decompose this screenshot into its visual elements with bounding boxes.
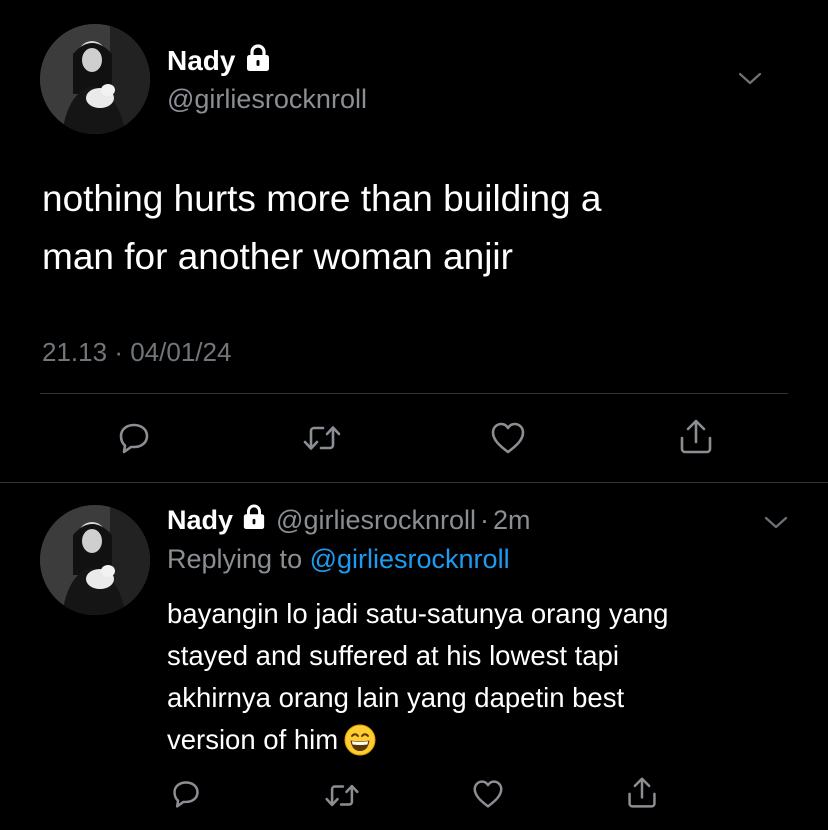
share-button[interactable] — [624, 774, 660, 812]
tweet-text-line: stayed and suffered at his lowest tapi — [167, 640, 619, 671]
author-handle[interactable]: @girliesrocknroll — [167, 84, 367, 115]
reply-button[interactable] — [168, 776, 204, 812]
heart-icon — [491, 422, 525, 454]
main-tweet: Nady @girliesrocknroll nothing hurts mor… — [0, 0, 828, 482]
author-row: Nady — [167, 44, 271, 77]
retweet-icon — [303, 426, 341, 450]
author-handle[interactable]: @girliesrocknroll — [276, 505, 476, 536]
retweet-icon — [325, 784, 359, 806]
chevron-down-icon[interactable] — [764, 516, 788, 530]
tweet-text-line: nothing hurts more than building a — [42, 178, 602, 219]
tweet-thread: Nady @girliesrocknroll nothing hurts mor… — [0, 0, 828, 830]
like-button[interactable] — [470, 776, 506, 812]
replying-handle-link[interactable]: @girliesrocknroll — [310, 544, 510, 574]
tweet-time: 21.13 — [42, 337, 108, 367]
avatar-photo — [40, 24, 150, 134]
divider — [40, 393, 788, 394]
divider — [0, 482, 828, 483]
heart-icon — [473, 780, 503, 808]
avatar[interactable] — [40, 24, 150, 134]
tweet-text-line: version of him — [167, 724, 339, 755]
tweet-text: nothing hurts more than building a man f… — [42, 170, 802, 286]
tweet-text-line: man for another woman anjir — [42, 236, 513, 277]
reply-icon — [173, 781, 199, 808]
reply-button[interactable] — [114, 418, 154, 458]
retweet-button[interactable] — [322, 778, 362, 812]
reply-icon — [119, 423, 149, 454]
tweet-time[interactable]: 2m — [493, 505, 531, 536]
tweet-text: bayangin lo jadi satu-satunya orang yang… — [167, 593, 807, 768]
retweet-button[interactable] — [300, 418, 344, 458]
like-button[interactable] — [488, 418, 528, 458]
avatar[interactable] — [40, 505, 150, 615]
tweet-date: 04/01/24 — [130, 337, 232, 367]
author-name[interactable]: Nady — [167, 505, 233, 536]
author-name[interactable]: Nady — [167, 45, 235, 77]
meta-separator: · — [114, 337, 123, 367]
lock-icon — [245, 44, 271, 77]
tweet-text-line: akhirnya orang lain yang dapetin best — [167, 682, 625, 713]
tweet-text-line: bayangin lo jadi satu-satunya orang yang — [167, 598, 669, 629]
reply-header: Nady @girliesrocknroll · 2m — [167, 504, 531, 537]
share-icon — [628, 777, 656, 808]
tweet-timestamp[interactable]: 21.13 · 04/01/24 — [42, 337, 231, 368]
replying-label: Replying to — [167, 544, 303, 574]
lock-icon — [242, 504, 266, 537]
meta-separator: · — [480, 505, 489, 535]
avatar-photo — [40, 505, 150, 615]
chevron-down-icon[interactable] — [738, 72, 762, 86]
share-icon — [680, 419, 712, 454]
grinning-face-emoji — [344, 724, 376, 768]
share-button[interactable] — [676, 416, 716, 458]
tweet-text-line-last: version of him — [167, 719, 807, 768]
replying-to: Replying to @girliesrocknroll — [167, 544, 510, 575]
